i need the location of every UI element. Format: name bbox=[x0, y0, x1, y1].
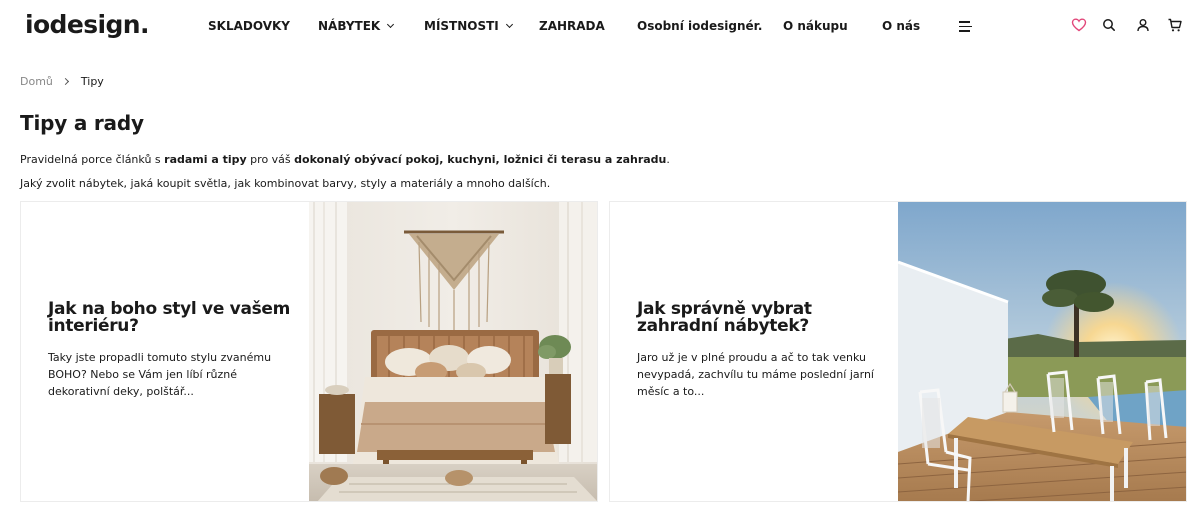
nav-label: NÁBYTEK bbox=[318, 19, 381, 33]
heart-icon[interactable] bbox=[1071, 17, 1087, 33]
chevron-right-icon bbox=[61, 77, 69, 86]
site-header: iodesign. SKLADOVKY NÁBYTEK MÍSTNOSTI ZA… bbox=[0, 0, 1200, 54]
intro-part: pro váš bbox=[246, 153, 295, 166]
intro-bold: dokonalý obývací pokoj, kuchyni, ložnici… bbox=[294, 153, 667, 166]
nav-label: SKLADOVKY bbox=[208, 19, 290, 33]
nav-item-zahrada[interactable]: ZAHRADA bbox=[539, 19, 605, 33]
nav-label: ZAHRADA bbox=[539, 19, 605, 33]
page-title: Tipy a rady bbox=[20, 111, 144, 135]
cart-icon[interactable] bbox=[1167, 17, 1183, 33]
nav-label: Osobní iodesignér. bbox=[637, 19, 763, 33]
garden-terrace-photo[interactable] bbox=[898, 202, 1186, 501]
chevron-down-icon bbox=[505, 20, 513, 29]
intro-part: . bbox=[666, 153, 670, 166]
logo-suffix: design. bbox=[49, 10, 150, 39]
search-icon[interactable] bbox=[1101, 17, 1117, 33]
intro-bold: radami a tipy bbox=[164, 153, 247, 166]
article-card-garden[interactable]: Jak správně vybrat zahradní nábytek? Jar… bbox=[609, 201, 1187, 502]
nav-label: O nákupu bbox=[783, 19, 848, 33]
nav-item-nabytek[interactable]: NÁBYTEK bbox=[318, 19, 395, 33]
breadcrumb: Domů Tipy bbox=[20, 75, 104, 88]
article-excerpt: Jaro už je v plné proudu a ač to tak ven… bbox=[637, 351, 874, 398]
nav-item-o-nas[interactable]: O nás bbox=[882, 19, 920, 33]
nav-item-skladovky[interactable]: SKLADOVKY bbox=[208, 19, 290, 33]
user-icon[interactable] bbox=[1135, 17, 1151, 33]
intro-subtext: Jaký zvolit nábytek, jaká koupit světla,… bbox=[20, 177, 551, 190]
nav-item-o-nakupu[interactable]: O nákupu bbox=[783, 19, 848, 33]
article-title[interactable]: Jak správně vybrat zahradní nábytek? bbox=[637, 301, 882, 335]
breadcrumb-current: Tipy bbox=[80, 75, 104, 88]
nav-item-mistnosti[interactable]: MÍSTNOSTI bbox=[424, 19, 513, 33]
intro-text: Pravidelná porce článků s radami a tipy … bbox=[20, 153, 670, 166]
article-card-boho[interactable]: Jak na boho styl ve vašem interiéru? Tak… bbox=[20, 201, 598, 502]
logo-prefix: io bbox=[25, 10, 50, 39]
intro-part: Pravidelná porce článků s bbox=[20, 153, 165, 166]
site-logo[interactable]: iodesign. bbox=[25, 10, 149, 39]
menu-icon[interactable] bbox=[959, 21, 972, 32]
article-title[interactable]: Jak na boho styl ve vašem interiéru? bbox=[48, 301, 293, 335]
bedroom-boho-photo[interactable] bbox=[309, 202, 597, 501]
nav-label: MÍSTNOSTI bbox=[424, 19, 499, 33]
nav-label: O nás bbox=[882, 19, 921, 33]
nav-item-osobni-iodesigner[interactable]: Osobní iodesignér. bbox=[637, 19, 762, 33]
article-excerpt: Taky jste propadli tomuto stylu zvanému … bbox=[48, 351, 272, 398]
chevron-down-icon bbox=[387, 20, 395, 29]
breadcrumb-home-link[interactable]: Domů bbox=[20, 75, 53, 88]
